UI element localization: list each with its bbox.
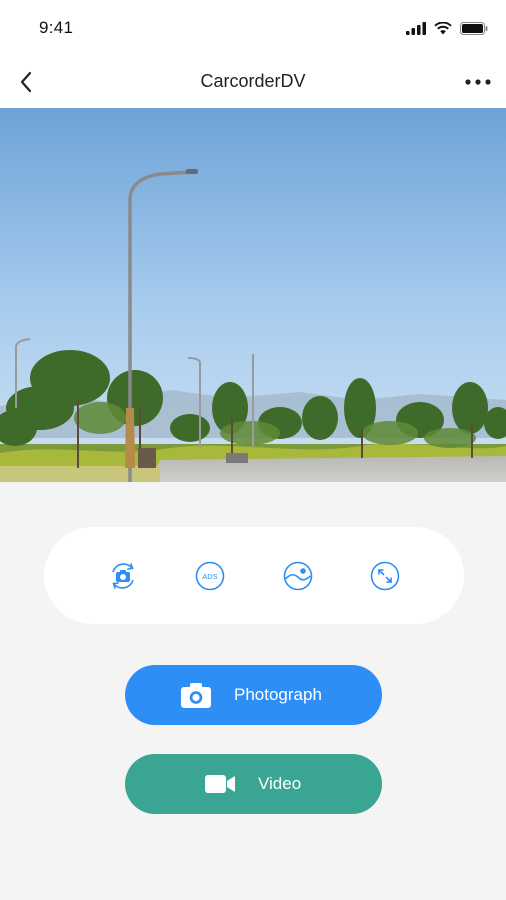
- more-horizontal-icon: [465, 79, 491, 85]
- adas-icon-label: ADS: [203, 571, 218, 580]
- fullscreen-icon: [370, 561, 400, 590]
- gallery-button[interactable]: [280, 558, 316, 594]
- photograph-label: Photograph: [234, 685, 322, 704]
- page-title: CarcorderDV: [200, 71, 306, 91]
- tool-bar: ADS: [44, 527, 464, 624]
- adas-icon: ADS: [195, 561, 225, 590]
- photograph-button[interactable]: Photograph: [125, 665, 382, 725]
- camera-preview[interactable]: [0, 108, 506, 482]
- camera-icon: [180, 681, 212, 709]
- signal-icon: [406, 21, 426, 35]
- fullscreen-button[interactable]: [367, 558, 403, 594]
- battery-icon: [460, 21, 488, 35]
- status-bar: 9:41: [0, 0, 506, 58]
- nav-bar: CarcorderDV: [0, 58, 506, 108]
- video-button[interactable]: Video: [125, 754, 382, 814]
- switch-camera-icon: [111, 562, 134, 589]
- video-camera-icon: [204, 772, 236, 796]
- video-label: Video: [258, 774, 302, 793]
- status-time: 9:41: [39, 18, 74, 37]
- wifi-icon: [434, 21, 452, 34]
- image-gallery-icon: [283, 561, 313, 590]
- camera-preview-image: [0, 108, 506, 482]
- switch-camera-button[interactable]: [105, 558, 141, 594]
- status-icons: [406, 20, 488, 36]
- more-options-button[interactable]: [460, 66, 496, 98]
- adas-button[interactable]: ADS: [192, 558, 228, 594]
